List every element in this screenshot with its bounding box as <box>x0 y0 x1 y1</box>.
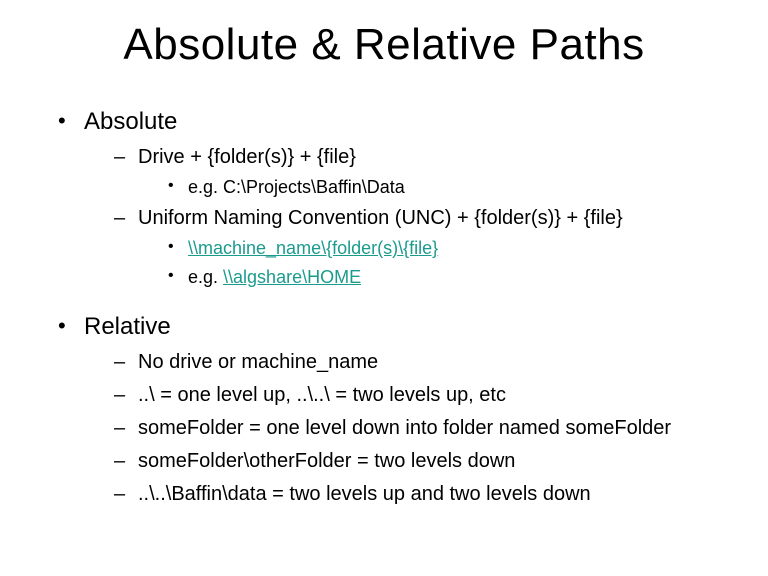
item-text: ..\..\Baffin\data = two levels up and tw… <box>138 483 591 505</box>
list-item: Drive + {folder(s)} + {file} e.g. C:\Pro… <box>114 144 718 199</box>
content-list: Absolute Drive + {folder(s)} + {file} e.… <box>50 108 718 508</box>
item-text: ..\ = one level up, ..\..\ = two levels … <box>138 384 506 406</box>
relative-items: No drive or machine_name ..\ = one level… <box>84 349 718 508</box>
section-relative: Relative No drive or machine_name ..\ = … <box>58 313 718 508</box>
list-item: e.g. \\algshare\HOME <box>168 265 718 289</box>
sub-list: \\machine_name\{folder(s)\{file} e.g. \\… <box>138 236 718 289</box>
section-heading: Relative <box>84 313 171 340</box>
item-text: Uniform Naming Convention (UNC) + {folde… <box>138 207 623 229</box>
section-heading: Absolute <box>84 108 177 135</box>
list-item: \\machine_name\{folder(s)\{file} <box>168 236 718 260</box>
sub-list: e.g. C:\Projects\Baffin\Data <box>138 175 718 199</box>
item-prefix: e.g. <box>188 267 223 287</box>
list-item: ..\ = one level up, ..\..\ = two levels … <box>114 382 718 409</box>
section-absolute: Absolute Drive + {folder(s)} + {file} e.… <box>58 108 718 289</box>
slide: Absolute & Relative Paths Absolute Drive… <box>0 0 768 576</box>
unc-example-link[interactable]: \\algshare\HOME <box>223 267 361 287</box>
item-text: No drive or machine_name <box>138 351 378 373</box>
list-item: someFolder\otherFolder = two levels down <box>114 448 718 475</box>
item-text: Drive + {folder(s)} + {file} <box>138 146 356 168</box>
list-item: someFolder = one level down into folder … <box>114 415 718 442</box>
list-item: Uniform Naming Convention (UNC) + {folde… <box>114 205 718 289</box>
item-text: e.g. C:\Projects\Baffin\Data <box>188 177 405 197</box>
list-item: No drive or machine_name <box>114 349 718 376</box>
absolute-items: Drive + {folder(s)} + {file} e.g. C:\Pro… <box>84 144 718 289</box>
slide-title: Absolute & Relative Paths <box>50 20 718 70</box>
list-item: e.g. C:\Projects\Baffin\Data <box>168 175 718 199</box>
item-text: someFolder = one level down into folder … <box>138 417 671 439</box>
unc-pattern-link[interactable]: \\machine_name\{folder(s)\{file} <box>188 238 438 258</box>
item-text: someFolder\otherFolder = two levels down <box>138 450 515 472</box>
list-item: ..\..\Baffin\data = two levels up and tw… <box>114 481 718 508</box>
